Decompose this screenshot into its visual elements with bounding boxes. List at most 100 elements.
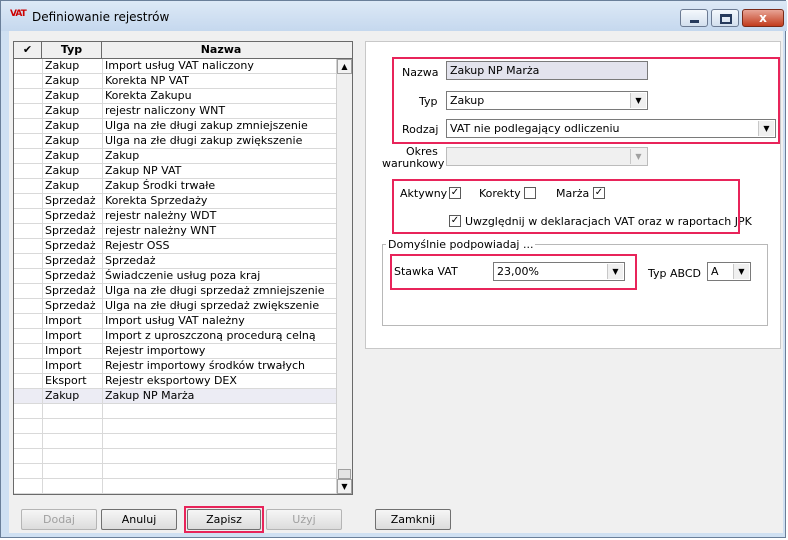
minimize-icon bbox=[690, 20, 699, 23]
table-row[interactable]: Import Rejestr importowy bbox=[14, 344, 336, 359]
table-row[interactable]: Import Import usług VAT należny bbox=[14, 314, 336, 329]
table-row[interactable] bbox=[14, 464, 336, 479]
row-nazwa-cell: Świadczenie usług poza kraj bbox=[102, 269, 336, 283]
table-row[interactable]: Zakup Zakup NP Marża bbox=[14, 389, 336, 404]
minimize-button[interactable] bbox=[680, 9, 708, 27]
row-typ-cell: Zakup bbox=[45, 389, 80, 402]
table-row[interactable]: Sprzedaż Świadczenie usług poza kraj bbox=[14, 269, 336, 284]
row-check-cell[interactable] bbox=[14, 479, 43, 494]
typ-abcd-select[interactable]: A ▼ bbox=[707, 262, 751, 281]
row-check-cell[interactable] bbox=[14, 254, 43, 269]
uzyj-button[interactable]: Użyj bbox=[266, 509, 342, 530]
row-nazwa-cell: rejestr należny WNT bbox=[102, 224, 336, 238]
row-check-cell[interactable] bbox=[14, 89, 43, 104]
table-row[interactable] bbox=[14, 419, 336, 434]
row-check-cell[interactable] bbox=[14, 389, 43, 404]
scroll-up-button[interactable]: ▲ bbox=[337, 59, 352, 74]
row-nazwa-cell: Korekta Zakupu bbox=[102, 89, 336, 103]
row-typ-cell bbox=[45, 464, 101, 478]
table-row[interactable]: Zakup Korekta NP VAT bbox=[14, 74, 336, 89]
scroll-down-button[interactable]: ▼ bbox=[337, 479, 352, 494]
row-nazwa-cell: Rejestr importowy bbox=[102, 344, 336, 358]
registers-grid[interactable]: ✔ Typ Nazwa Zakup Import usług VAT nalicz… bbox=[13, 41, 353, 495]
close-button[interactable]: x bbox=[742, 9, 784, 27]
row-check-cell[interactable] bbox=[14, 134, 43, 149]
row-check-cell[interactable] bbox=[14, 179, 43, 194]
window-client: ✔ Typ Nazwa Zakup Import usług VAT nalicz… bbox=[9, 31, 783, 533]
row-check-cell[interactable] bbox=[14, 149, 43, 164]
row-check-cell[interactable] bbox=[14, 404, 43, 419]
table-row[interactable]: Zakup Ulga na złe długi zakup zmniejszeni… bbox=[14, 119, 336, 134]
row-typ-cell: Import bbox=[45, 329, 82, 342]
typ-abcd-value: A bbox=[711, 265, 719, 278]
row-check-cell[interactable] bbox=[14, 449, 43, 464]
row-check-cell[interactable] bbox=[14, 314, 43, 329]
row-nazwa-cell bbox=[102, 404, 336, 418]
row-check-cell[interactable] bbox=[14, 164, 43, 179]
row-check-cell[interactable] bbox=[14, 464, 43, 479]
title-bar[interactable]: VAT Definiowanie rejestrów x bbox=[1, 1, 787, 31]
table-row[interactable]: Sprzedaż Rejestr OSS bbox=[14, 239, 336, 254]
maximize-button[interactable] bbox=[711, 9, 739, 27]
table-row[interactable]: Zakup Ulga na złe długi zakup zwiększenie bbox=[14, 134, 336, 149]
chevron-down-icon[interactable]: ▼ bbox=[733, 264, 749, 279]
row-check-cell[interactable] bbox=[14, 374, 43, 389]
row-check-cell[interactable] bbox=[14, 419, 43, 434]
row-check-cell[interactable] bbox=[14, 104, 43, 119]
row-typ-cell: Zakup bbox=[45, 149, 80, 162]
row-check-cell[interactable] bbox=[14, 224, 43, 239]
row-check-cell[interactable] bbox=[14, 194, 43, 209]
row-check-cell[interactable] bbox=[14, 269, 43, 284]
table-row[interactable]: Zakup Zakup Środki trwałe bbox=[14, 179, 336, 194]
row-check-cell[interactable] bbox=[14, 239, 43, 254]
row-typ-cell bbox=[45, 434, 101, 448]
dodaj-button[interactable]: Dodaj bbox=[21, 509, 97, 530]
table-row[interactable]: Sprzedaż Korekta Sprzedaży bbox=[14, 194, 336, 209]
row-check-cell[interactable] bbox=[14, 299, 43, 314]
row-typ-cell: Import bbox=[45, 359, 82, 372]
table-row[interactable]: Zakup Import usług VAT naliczony bbox=[14, 59, 336, 74]
table-row[interactable]: Sprzedaż Ulga na złe długi sprzedaż zwięk… bbox=[14, 299, 336, 314]
table-row[interactable]: Zakup Zakup bbox=[14, 149, 336, 164]
vat-app-icon: VAT bbox=[10, 9, 27, 19]
row-check-cell[interactable] bbox=[14, 119, 43, 134]
anuluj-button[interactable]: Anuluj bbox=[101, 509, 177, 530]
row-check-cell[interactable] bbox=[14, 359, 43, 374]
row-typ-cell: Zakup bbox=[45, 179, 80, 192]
row-check-cell[interactable] bbox=[14, 329, 43, 344]
row-check-cell[interactable] bbox=[14, 74, 43, 89]
table-row[interactable]: Sprzedaż rejestr należny WNT bbox=[14, 224, 336, 239]
table-row[interactable]: Zakup rejestr naliczony WNT bbox=[14, 104, 336, 119]
table-row[interactable]: Zakup Korekta Zakupu bbox=[14, 89, 336, 104]
table-row[interactable]: Sprzedaż rejestr należny WDT bbox=[14, 209, 336, 224]
row-typ-cell: Sprzedaż bbox=[45, 269, 96, 282]
table-row[interactable]: Import Import z uproszczoną procedurą cel… bbox=[14, 329, 336, 344]
table-row[interactable] bbox=[14, 479, 336, 494]
table-row[interactable] bbox=[14, 449, 336, 464]
row-nazwa-cell: Ulga na złe długi zakup zmniejszenie bbox=[102, 119, 336, 133]
row-check-cell[interactable] bbox=[14, 209, 43, 224]
table-row[interactable] bbox=[14, 404, 336, 419]
table-row[interactable] bbox=[14, 434, 336, 449]
table-row[interactable]: Eksport Rejestr eksportowy DEX bbox=[14, 374, 336, 389]
maximize-icon bbox=[720, 14, 732, 24]
column-header-typ[interactable]: Typ bbox=[42, 42, 102, 58]
grid-scrollbar[interactable]: ▲ ▼ bbox=[336, 59, 352, 494]
row-check-cell[interactable] bbox=[14, 434, 43, 449]
close-icon: x bbox=[759, 11, 767, 25]
table-row[interactable]: Zakup Zakup NP VAT bbox=[14, 164, 336, 179]
column-header-check[interactable]: ✔ bbox=[14, 42, 42, 58]
row-typ-cell: Import bbox=[45, 344, 82, 357]
okres-label-line2: warunkowy bbox=[382, 157, 445, 170]
row-nazwa-cell bbox=[102, 479, 336, 493]
row-check-cell[interactable] bbox=[14, 284, 43, 299]
column-header-nazwa[interactable]: Nazwa bbox=[102, 42, 340, 58]
scroll-thumb[interactable] bbox=[338, 469, 351, 479]
row-check-cell[interactable] bbox=[14, 59, 43, 74]
row-typ-cell: Zakup bbox=[45, 59, 80, 72]
table-row[interactable]: Import Rejestr importowy środków trwałych bbox=[14, 359, 336, 374]
table-row[interactable]: Sprzedaż Ulga na złe długi sprzedaż zmnie… bbox=[14, 284, 336, 299]
table-row[interactable]: Sprzedaż Sprzedaż bbox=[14, 254, 336, 269]
zamknij-button[interactable]: Zamknij bbox=[375, 509, 451, 530]
row-check-cell[interactable] bbox=[14, 344, 43, 359]
